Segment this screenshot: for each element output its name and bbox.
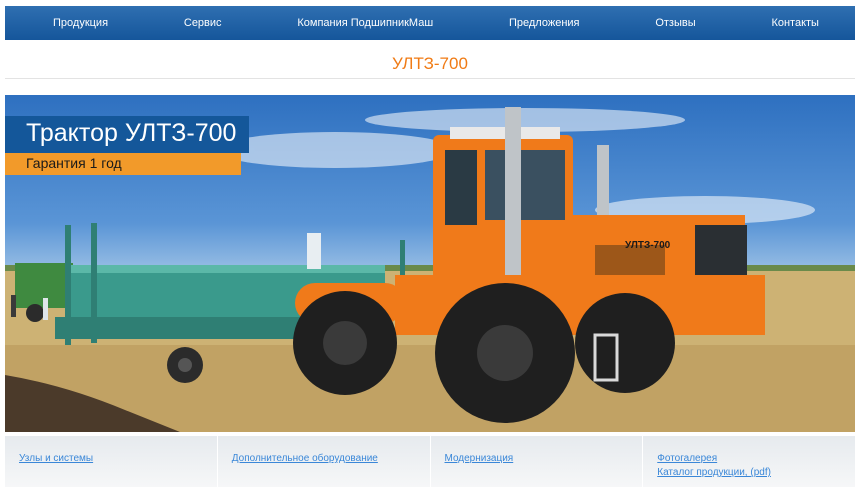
page: Продукция Сервис Компания ПодшипникМаш П… — [0, 0, 860, 487]
tractor-model-label: УЛТЗ-700 — [625, 240, 671, 251]
page-title: УЛТЗ-700 — [392, 54, 468, 73]
link-modernization[interactable]: Модернизация — [445, 452, 643, 466]
hero-banner: УЛТЗ-700 Трактор УЛТЗ-700 Гарантия 1 год — [5, 95, 855, 432]
banner-flag — [307, 233, 321, 269]
bottom-links-panel: Узлы и системы Дополнительное оборудован… — [5, 436, 855, 487]
hero-title: Трактор УЛТЗ-700 — [5, 116, 250, 153]
person-middle — [43, 298, 48, 320]
link-column-modernization: Модернизация — [431, 436, 644, 487]
link-product-catalog-pdf[interactable]: Каталог продукции, (pdf) — [657, 466, 855, 480]
link-photo-gallery[interactable]: Фотогалерея — [657, 452, 855, 466]
nav-item-products[interactable]: Продукция — [53, 17, 108, 29]
nav-item-service[interactable]: Сервис — [184, 17, 222, 29]
nav-item-reviews[interactable]: Отзывы — [655, 17, 695, 29]
hero-caption: Трактор УЛТЗ-700 Гарантия 1 год — [5, 116, 250, 175]
nav-item-company[interactable]: Компания ПодшипникМаш — [297, 17, 433, 29]
trailer-wheel — [26, 304, 44, 322]
link-column-gallery: Фотогалерея Каталог продукции, (pdf) — [643, 436, 855, 487]
link-systems[interactable]: Узлы и системы — [19, 452, 217, 466]
link-additional-equipment[interactable]: Дополнительное оборудование — [232, 452, 430, 466]
top-navigation: Продукция Сервис Компания ПодшипникМаш П… — [5, 6, 855, 40]
link-column-equipment: Дополнительное оборудование — [218, 436, 431, 487]
hero-subtitle: Гарантия 1 год — [5, 153, 241, 175]
person-left — [11, 295, 16, 317]
link-column-systems: Узлы и системы — [5, 436, 218, 487]
nav-item-contacts[interactable]: Контакты — [771, 17, 819, 29]
title-strip: УЛТЗ-700 — [5, 46, 855, 79]
nav-item-offers[interactable]: Предложения — [509, 17, 580, 29]
